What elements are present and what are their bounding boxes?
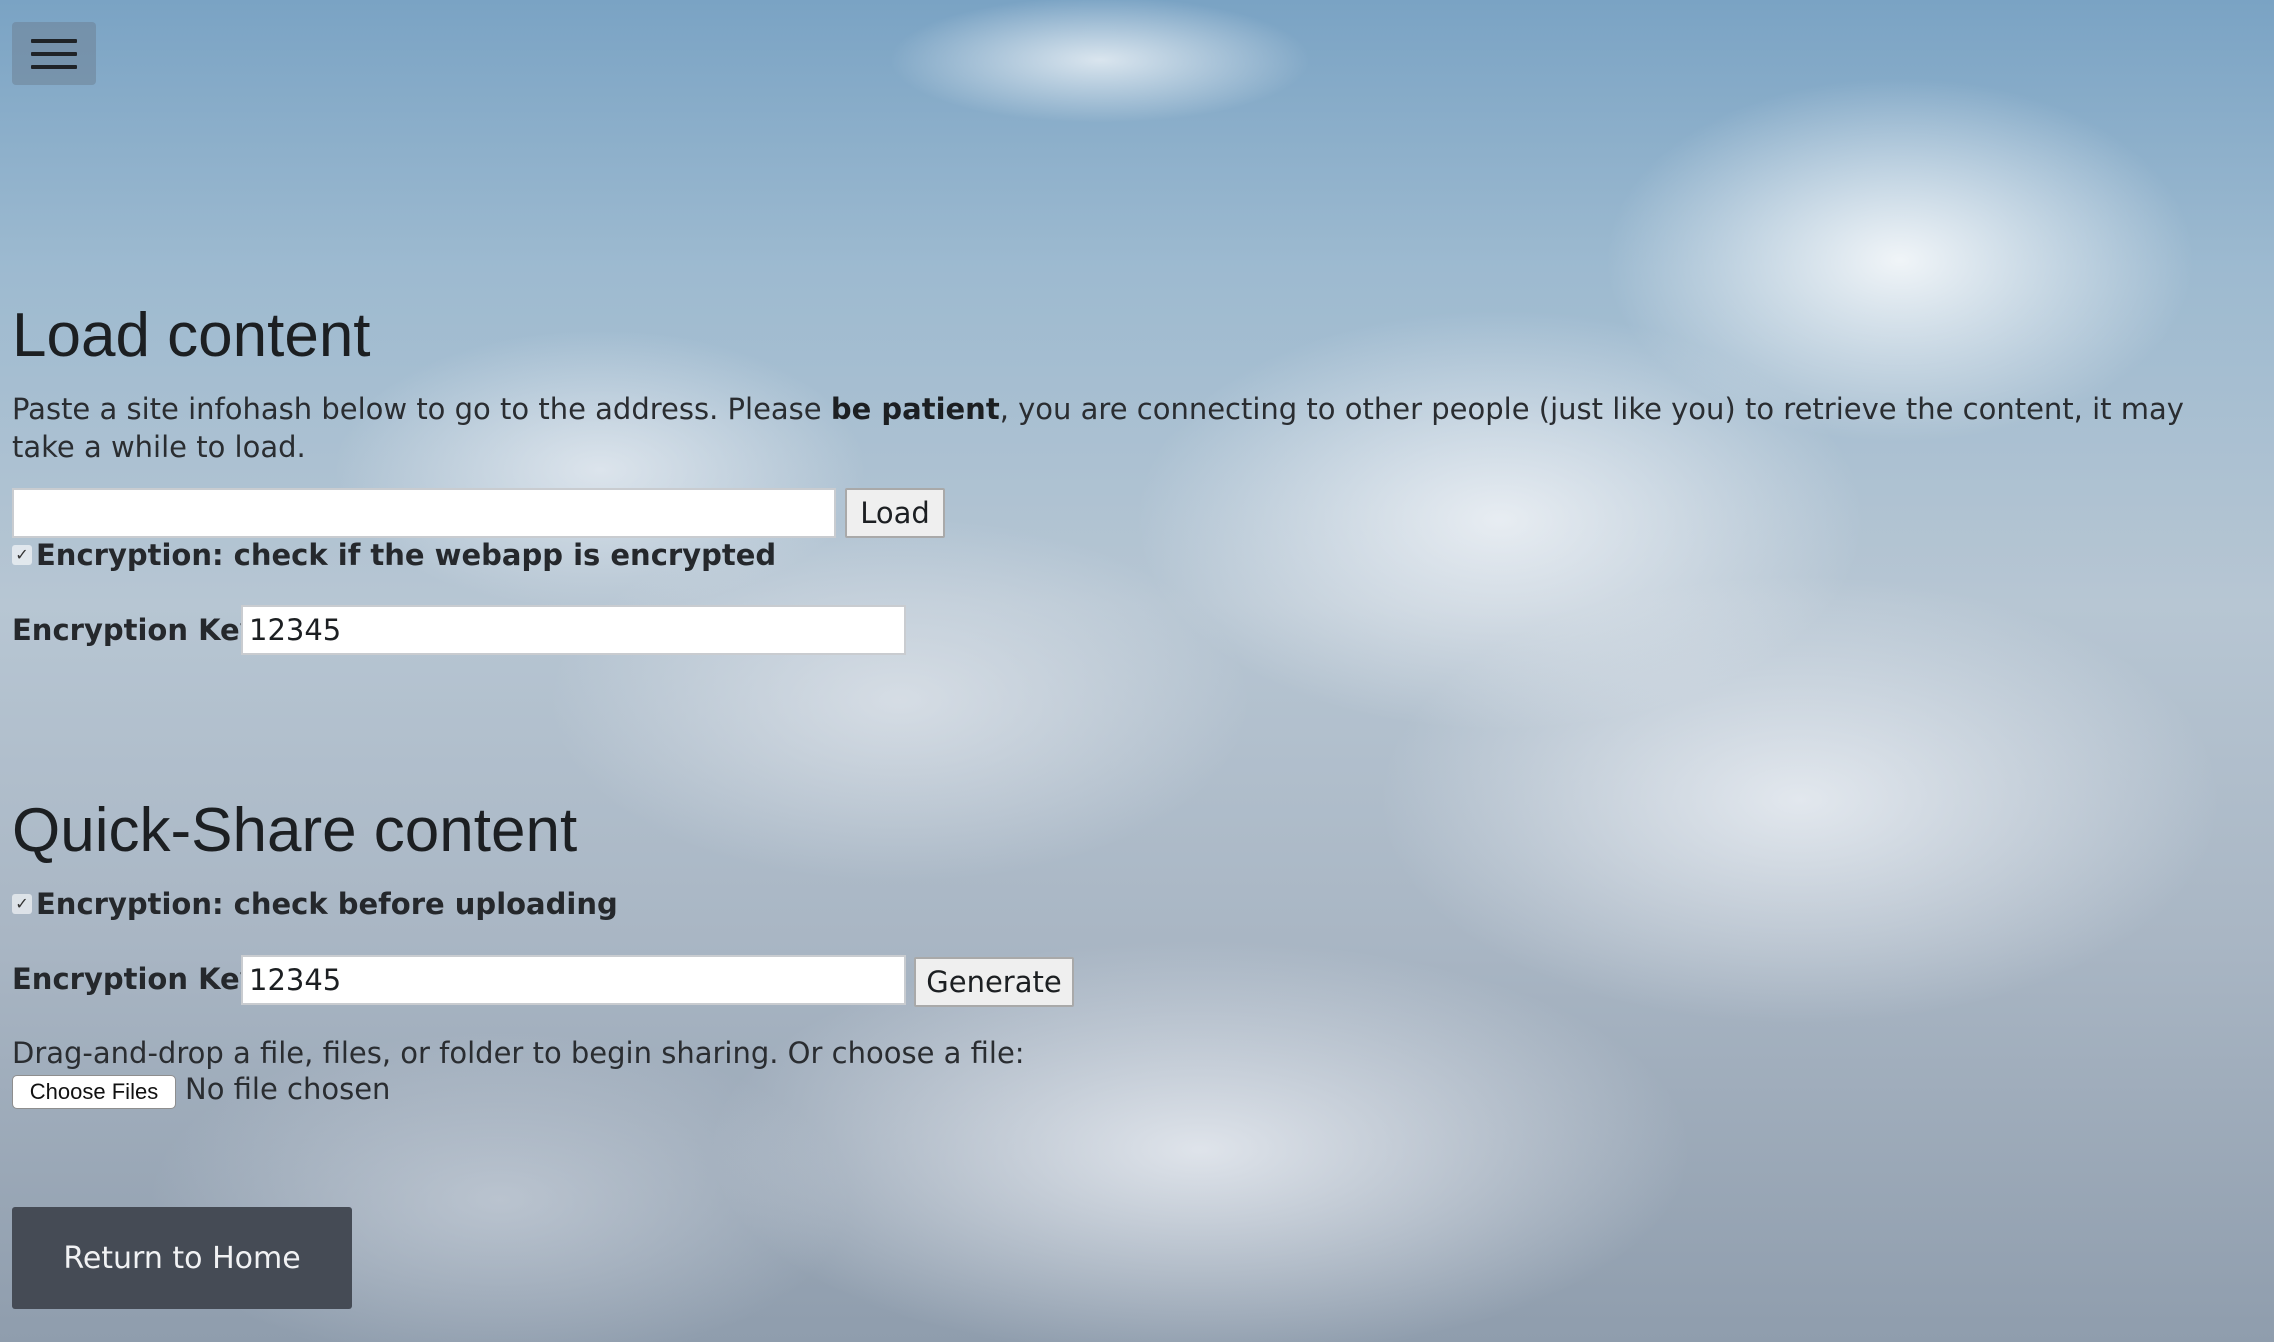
load-encryption-checkbox-row[interactable]: ✓ Encryption: check if the webapp is enc… [12, 538, 776, 572]
share-encryption-key-label: Encryption Key: [12, 962, 271, 996]
drop-hint: Drag-and-drop a file, files, or folder t… [12, 1036, 1025, 1070]
be-patient-emphasis: be patient [830, 392, 1000, 426]
share-encryption-checkbox-row[interactable]: ✓ Encryption: check before uploading [12, 887, 618, 921]
share-encryption-key-input[interactable]: 12345 [241, 955, 906, 1005]
menu-button[interactable] [12, 22, 96, 85]
return-home-button[interactable]: Return to Home [12, 1207, 352, 1309]
load-encryption-label: Encryption: check if the webapp is encry… [36, 538, 777, 572]
infohash-input[interactable] [12, 488, 836, 538]
file-status: No file chosen [185, 1072, 391, 1106]
load-encryption-key-label: Encryption Key: [12, 613, 271, 647]
share-encryption-checkbox[interactable]: ✓ [12, 894, 32, 914]
load-encryption-key-input[interactable]: 12345 [241, 605, 906, 655]
load-button[interactable]: Load [845, 488, 945, 538]
load-encryption-checkbox[interactable]: ✓ [12, 545, 32, 565]
load-section-title: Load content [12, 301, 371, 370]
share-section-title: Quick-Share content [12, 796, 578, 865]
choose-files-button[interactable]: Choose Files [12, 1075, 176, 1109]
hamburger-menu-icon [31, 38, 77, 43]
load-description: Paste a site infohash below to go to the… [12, 392, 2184, 464]
generate-key-button[interactable]: Generate [914, 957, 1074, 1007]
share-encryption-label: Encryption: check before uploading [36, 887, 618, 921]
